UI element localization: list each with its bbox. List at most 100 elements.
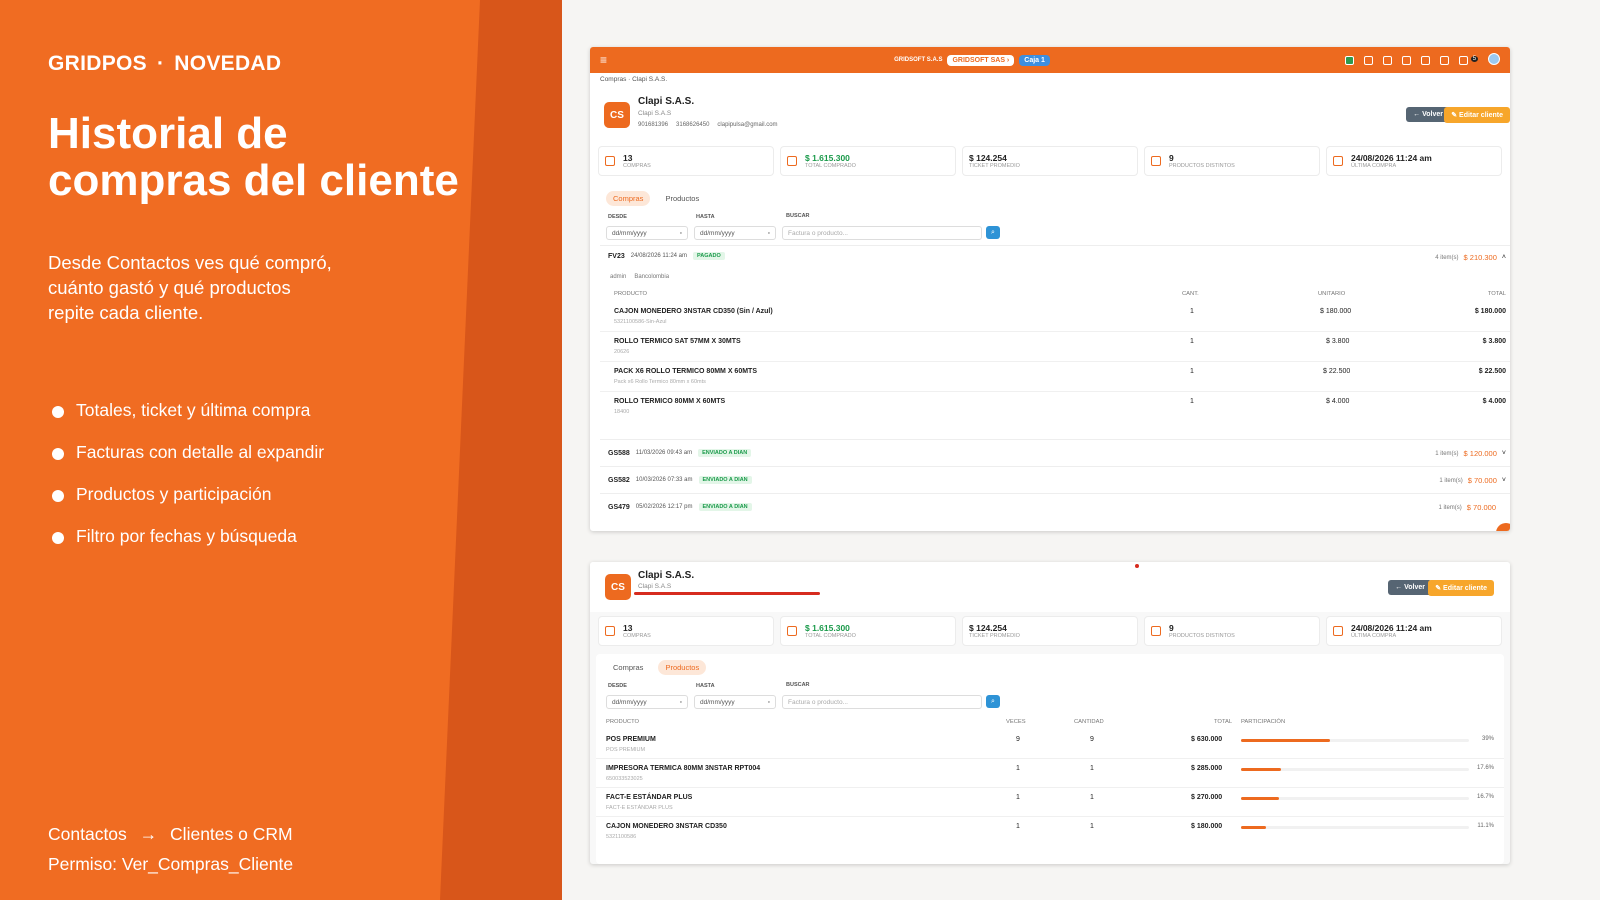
bullet-icon <box>52 490 64 502</box>
tab-productos[interactable]: Productos <box>658 191 706 206</box>
chevron-down-icon[interactable]: ˅ <box>1502 477 1506 484</box>
stat-value: 24/08/2026 11:24 am <box>1351 153 1432 163</box>
table-row: CAJON MONEDERO 3NSTAR CD350 (Sin / Azul)… <box>600 302 1510 332</box>
product-name: IMPRESORA TERMICA 80MM 3NSTAR RPT004 <box>606 765 761 772</box>
screenshot-productos: CS Clapi S.A.S. Clapi S.A.S ← Volver ✎ E… <box>590 562 1510 864</box>
kicker-tag: NOVEDAD <box>174 52 282 75</box>
bell-icon[interactable] <box>1458 56 1468 65</box>
invoice-number: FV23 <box>608 252 625 260</box>
invoice-bank: Bancolombia <box>634 274 670 280</box>
hasta-label: HASTA <box>696 214 715 220</box>
chevron-up-icon[interactable]: ˄ <box>1502 254 1506 261</box>
status-badge: ENVIADO A DIAN <box>698 503 752 511</box>
client-contact: 901681396 3168626450 clapipulsa@gmail.co… <box>638 122 778 128</box>
invoice-row[interactable]: GS479 05/02/2026 12:17 pm ENVIADO A DIAN 1… <box>600 493 1510 520</box>
line-total: $ 22.500 <box>1478 368 1506 375</box>
search-placeholder: Factura o producto... <box>788 229 848 237</box>
compras-content: Compras · Clapi S.A.S. CS Clapi S.A.S. C… <box>590 73 1510 531</box>
slide-title: Historial de compras del cliente <box>48 110 478 204</box>
date-placeholder: dd/mm/yyyy <box>700 229 735 237</box>
tab-productos[interactable]: Productos <box>658 660 707 675</box>
invoice-expanded: FV23 24/08/2026 11:24 am PAGADO 4 item(s… <box>600 245 1510 437</box>
status-badge: PAGADO <box>693 252 725 260</box>
headset-icon[interactable] <box>1420 56 1430 65</box>
invoice-meta: admin Bancolombia <box>610 274 669 280</box>
table-row: CAJON MONEDERO 3NSTAR CD350 5321100586 1… <box>596 817 1504 846</box>
share-bar <box>1241 768 1469 771</box>
tab-compras[interactable]: Compras <box>606 660 650 675</box>
date-placeholder: dd/mm/yyyy <box>700 698 735 706</box>
stat-value: $ 1.615.300 <box>805 623 850 633</box>
stat-card: $ 1.615.300 TOTAL COMPRADO <box>780 146 956 176</box>
search-button[interactable]: ⌕ <box>986 695 1000 708</box>
company-selector[interactable]: GRIDSOFT SAS › <box>947 54 1015 66</box>
product-name: CAJON MONEDERO 3NSTAR CD350 <box>606 823 727 830</box>
product-qty: 1 <box>1090 765 1094 772</box>
invoice-header[interactable]: FV23 24/08/2026 11:24 am PAGADO <box>608 252 725 260</box>
back-button[interactable]: ← Volver <box>1388 580 1432 595</box>
stat-card: 9 PRODUCTOS DISTINTOS <box>1144 146 1320 176</box>
header-times: VECES <box>1006 719 1026 725</box>
stat-value: $ 1.615.300 <box>805 153 850 163</box>
client-name: Clapi S.A.S. <box>638 96 695 107</box>
header-unit: UNITARIO <box>1318 291 1346 297</box>
feature-text: Totales, ticket y última compra <box>76 400 311 420</box>
nav-to: Clientes o CRM <box>170 824 293 844</box>
view-tabs: Compras Productos <box>606 191 706 206</box>
product-times: 1 <box>1016 823 1020 830</box>
share-bar-fill <box>1241 739 1330 742</box>
search-input[interactable]: Factura o producto... <box>782 226 982 240</box>
stat-label: TOTAL COMPRADO <box>805 163 856 169</box>
search-button[interactable]: ⌕ <box>986 226 1000 239</box>
bullet-icon <box>52 406 64 418</box>
menu-icon[interactable]: ≡ <box>600 53 607 67</box>
product-total: $ 285.000 <box>1191 765 1223 772</box>
line-name: ROLLO TERMICO SAT 57MM X 30MTS <box>614 338 741 345</box>
tab-compras[interactable]: Compras <box>606 191 651 206</box>
client-subtitle: Clapi S.A.S <box>638 110 672 117</box>
kicker-brand: GRIDPOS <box>48 52 147 75</box>
hasta-date-input[interactable]: dd/mm/yyyy ▫ <box>694 226 776 240</box>
volume-icon[interactable] <box>1439 56 1449 65</box>
edit-client-button[interactable]: ✎ Editar cliente <box>1428 580 1494 596</box>
zoom-icon[interactable] <box>1382 56 1392 65</box>
hasta-date-input[interactable]: dd/mm/yyyy ▫ <box>694 695 776 709</box>
edit-client-button[interactable]: ✎ Editar cliente <box>1444 107 1510 123</box>
stat-icon <box>1151 156 1161 166</box>
chevron-down-icon[interactable]: ˅ <box>1502 450 1506 457</box>
line-name: CAJON MONEDERO 3NSTAR CD350 (Sin / Azul) <box>614 308 773 315</box>
feature-item: Facturas con detalle al expandir <box>52 442 324 484</box>
date-placeholder: dd/mm/yyyy <box>612 698 647 706</box>
avatar-icon[interactable] <box>1487 53 1500 65</box>
nav-path: Contactos → Clientes o CRM <box>48 824 293 845</box>
line-sku: 20626 <box>614 349 630 355</box>
line-unit: $ 180.000 <box>1320 308 1352 315</box>
invoice-row[interactable]: GS588 11/03/2026 09:43 am ENVIADO A DIAN 1… <box>600 439 1510 466</box>
stat-label: TOTAL COMPRADO <box>805 633 856 639</box>
title-line-2: compras del cliente <box>48 156 459 205</box>
fullscreen-icon[interactable] <box>1401 56 1411 65</box>
search-input[interactable]: Factura o producto... <box>782 695 982 709</box>
chat-icon[interactable] <box>1496 523 1510 531</box>
invoice-total: $ 210.300 <box>1463 253 1497 262</box>
share-bar <box>1241 797 1469 800</box>
stat-icon <box>787 626 797 636</box>
search-icon[interactable] <box>1363 56 1373 65</box>
product-sku: FACT-E ESTÁNDAR PLUS <box>606 805 673 811</box>
desde-date-input[interactable]: dd/mm/yyyy ▫ <box>606 226 688 240</box>
share-bar-fill <box>1241 768 1282 771</box>
caja-selector[interactable]: Caja 1 <box>1019 54 1050 66</box>
desc-line-2: cuánto gastó y qué productos <box>48 277 291 298</box>
invoice-number: GS588 <box>608 449 630 457</box>
desde-date-input[interactable]: dd/mm/yyyy ▫ <box>606 695 688 709</box>
status-icon[interactable] <box>1345 56 1355 65</box>
invoice-row[interactable]: GS582 10/03/2026 07:33 am ENVIADO A DIAN 1… <box>600 466 1510 493</box>
client-id: 901681396 <box>638 122 669 128</box>
table-row: ROLLO TERMICO 80MM X 60MTS 18400 1 $ 4.0… <box>600 392 1510 422</box>
product-times: 1 <box>1016 765 1020 772</box>
stat-value: $ 124.254 <box>969 153 1007 163</box>
stat-card: $ 124.254 TICKET PROMEDIO <box>962 616 1138 646</box>
stat-icon <box>787 156 797 166</box>
feature-text: Facturas con detalle al expandir <box>76 442 325 462</box>
desc-line-1: Desde Contactos ves qué compró, <box>48 252 332 273</box>
